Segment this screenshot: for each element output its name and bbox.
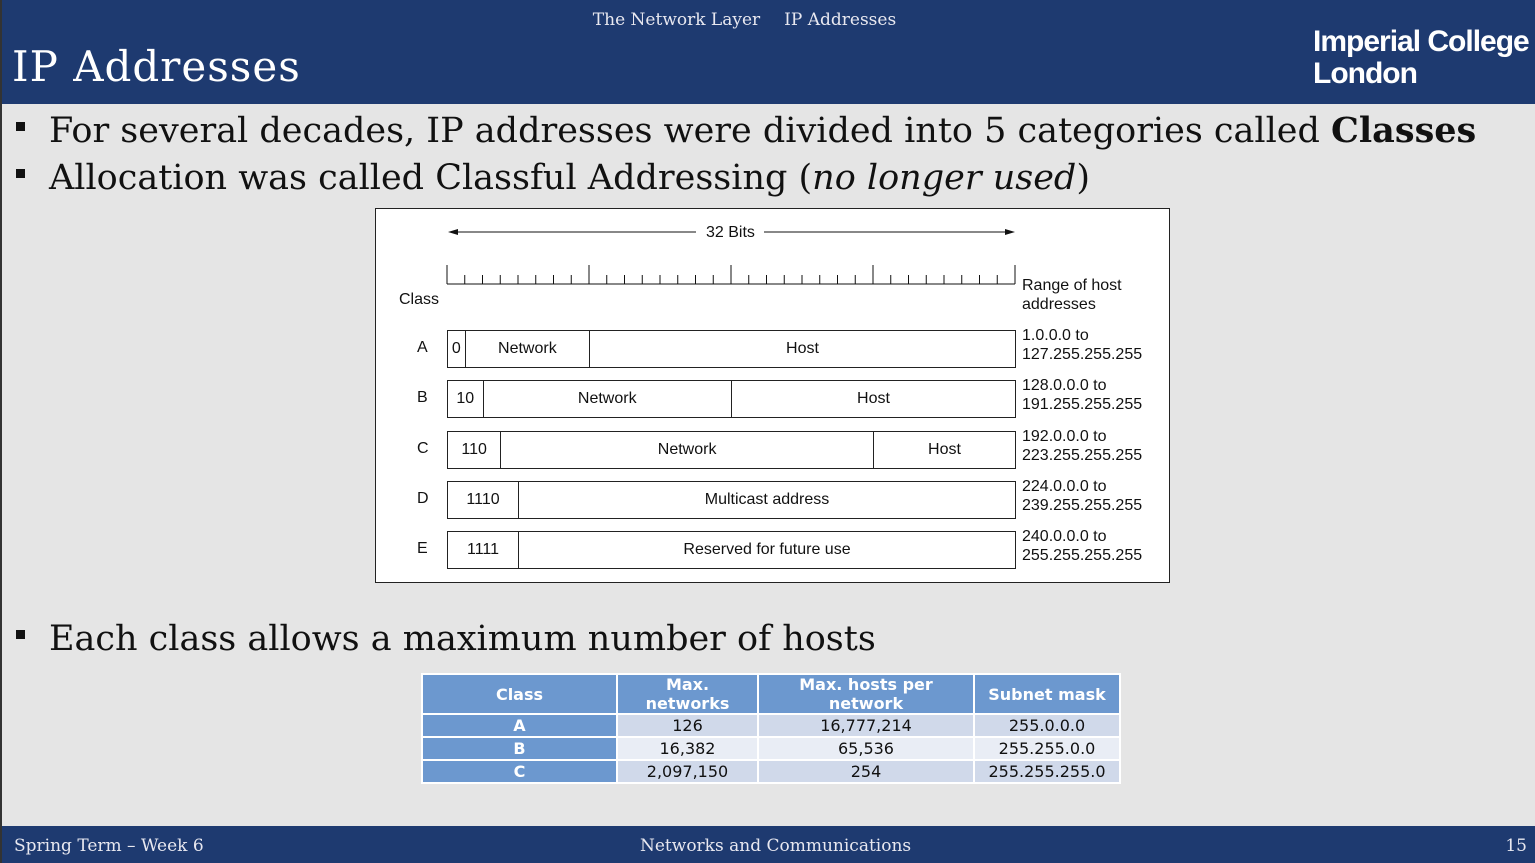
- class-letter: C: [417, 440, 429, 457]
- arrow-left-head: [448, 229, 458, 235]
- bullet-3: Each class allows a maximum number of ho…: [16, 619, 876, 659]
- table-row: B 16,382 65,536 255.255.0.0: [421, 736, 1121, 761]
- host-range: 1.0.0.0 to 127.255.255.255: [1022, 326, 1142, 364]
- field-network: Network: [464, 330, 590, 368]
- slide-footer: Spring Term – Week 6 Networks and Commun…: [2, 826, 1535, 863]
- bullet-2: Allocation was called Classful Addressin…: [16, 158, 1090, 198]
- range-line: 191.255.255.255: [1022, 396, 1143, 413]
- range-line: 1.0.0.0 to: [1022, 327, 1089, 344]
- range-label: Range of host addresses: [1022, 276, 1122, 314]
- class-table: Class Max. networks Max. hosts per network…: [421, 673, 1121, 784]
- field-host: Host: [731, 380, 1016, 418]
- table-cell: 126: [616, 713, 759, 738]
- bullet-text-end: ): [1076, 158, 1090, 198]
- ip-class-diagram: 32 Bits Class Range of host addresses A0N…: [375, 208, 1170, 583]
- table-cell: 255.255.0.0: [973, 736, 1121, 761]
- footer-term: Spring Term – Week 6: [14, 836, 204, 856]
- range-line: 239.255.255.255: [1022, 497, 1143, 514]
- footer-course: Networks and Communications: [640, 836, 912, 856]
- class-letter: D: [417, 490, 429, 507]
- field-host: Host: [589, 330, 1016, 368]
- table-cell: 65,536: [757, 736, 975, 761]
- table-cell: B: [421, 736, 618, 761]
- page-number: 15: [1505, 836, 1527, 856]
- table-cell: 2,097,150: [616, 759, 759, 784]
- range-line: 224.0.0.0 to: [1022, 478, 1107, 495]
- field-network: Network: [482, 380, 732, 418]
- table-header-row: Class Max. networks Max. hosts per network…: [421, 673, 1121, 715]
- field-multicast-address: Multicast address: [518, 481, 1016, 519]
- logo-line-2: London: [1313, 57, 1418, 90]
- bullet-icon: [16, 122, 25, 131]
- field-110: 110: [447, 431, 502, 469]
- class-label: Class: [399, 291, 440, 308]
- table-row: A 126 16,777,214 255.0.0.0: [421, 713, 1121, 738]
- column-header: Max. hosts per network: [757, 673, 975, 715]
- arrow-right-head: [1005, 229, 1015, 235]
- table-cell: 254: [757, 759, 975, 784]
- range-line: 255.255.255.255: [1022, 547, 1143, 564]
- range-line: 127.255.255.255: [1022, 346, 1143, 363]
- table-cell: 255.255.255.0: [973, 759, 1121, 784]
- column-header: Subnet mask: [973, 673, 1121, 715]
- bullet-text: For several decades, IP addresses were d…: [49, 111, 1332, 151]
- imperial-logo: Imperial College London: [1313, 25, 1530, 90]
- table-cell: C: [421, 759, 618, 784]
- breadcrumb-subsection: IP Addresses: [784, 10, 897, 30]
- bullet-text: Allocation was called Classful Addressin…: [49, 158, 813, 198]
- host-range: 192.0.0.0 to 223.255.255.255: [1022, 427, 1142, 465]
- class-letter: B: [417, 389, 428, 406]
- table-cell: 255.0.0.0: [973, 713, 1121, 738]
- breadcrumb-section: The Network Layer: [592, 10, 761, 30]
- column-header: Max. networks: [616, 673, 759, 715]
- field-1111: 1111: [447, 531, 519, 569]
- class-letter: E: [417, 540, 428, 557]
- range-line: 192.0.0.0 to: [1022, 428, 1107, 445]
- bullet-icon: [16, 630, 25, 639]
- field-reserved-for-future-use: Reserved for future use: [518, 531, 1016, 569]
- field-1110: 1110: [447, 481, 519, 519]
- slide-title: IP Addresses: [12, 42, 301, 91]
- bullet-1: For several decades, IP addresses were d…: [16, 110, 1476, 151]
- table-row: C 2,097,150 254 255.255.255.0: [421, 759, 1121, 784]
- bullet-icon: [16, 169, 25, 178]
- breadcrumb: The Network Layer IP Addresses: [2, 10, 1487, 30]
- column-header: Class: [421, 673, 618, 715]
- range-line: 128.0.0.0 to: [1022, 377, 1107, 394]
- table-cell: 16,777,214: [757, 713, 975, 738]
- host-range: 128.0.0.0 to 191.255.255.255: [1022, 376, 1142, 414]
- host-range: 240.0.0.0 to 255.255.255.255: [1022, 527, 1142, 565]
- logo-line-1: Imperial College: [1313, 25, 1530, 58]
- range-label-line: Range of host: [1022, 277, 1122, 294]
- range-label-line: addresses: [1022, 296, 1096, 313]
- class-letter: A: [417, 339, 428, 356]
- range-line: 223.255.255.255: [1022, 447, 1143, 464]
- slide-header: The Network Layer IP Addresses IP Address…: [2, 0, 1535, 104]
- bits-label: 32 Bits: [706, 224, 755, 241]
- table-cell: 16,382: [616, 736, 759, 761]
- bullet-text: Each class allows a maximum number of ho…: [49, 619, 876, 659]
- field-10: 10: [447, 380, 484, 418]
- range-line: 240.0.0.0 to: [1022, 528, 1107, 545]
- bullet-bold: Classes: [1331, 110, 1477, 151]
- host-range: 224.0.0.0 to 239.255.255.255: [1022, 477, 1142, 515]
- bullet-italic: no longer used: [812, 158, 1077, 198]
- field-network: Network: [500, 431, 874, 469]
- field-host: Host: [873, 431, 1016, 469]
- table-cell: A: [421, 713, 618, 738]
- field-0: 0: [447, 330, 466, 368]
